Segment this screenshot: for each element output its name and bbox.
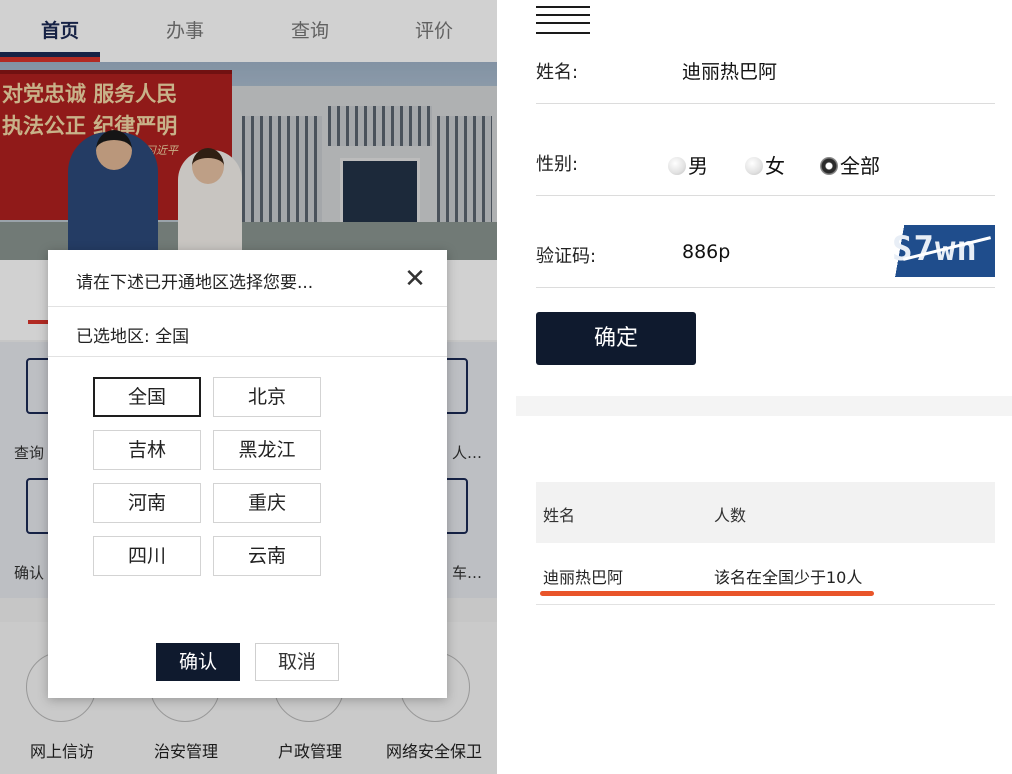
table-cell-count: 该名在全国少于10人 xyxy=(714,568,863,587)
region-option-beijing[interactable]: 北京 xyxy=(213,377,321,417)
radio-icon xyxy=(745,157,763,175)
close-icon[interactable]: ✕ xyxy=(400,264,430,294)
dialog-divider xyxy=(48,356,447,357)
form-divider xyxy=(536,103,995,104)
dialog-confirm-button[interactable]: 确认 xyxy=(156,643,240,681)
left-screen: 首页 办事 查询 评价 对党忠诚 服务人民 执法公正 纪律严明 习近平 查询 人… xyxy=(0,0,497,774)
captcha-image[interactable]: S7wn xyxy=(888,225,995,277)
captcha-input[interactable]: 886p xyxy=(682,241,730,263)
column-header-name: 姓名 xyxy=(543,506,576,525)
gender-radio-female[interactable]: 女 xyxy=(745,150,785,179)
right-screen: 姓名: 迪丽热巴阿 性别: 男 女 全部 验证码: 886p S7wn 确定 姓… xyxy=(516,0,1012,774)
section-gap xyxy=(516,396,1012,416)
region-option-jilin[interactable]: 吉林 xyxy=(93,430,201,470)
form-divider xyxy=(536,287,995,288)
region-option-heilongjiang[interactable]: 黑龙江 xyxy=(213,430,321,470)
region-select-dialog: 请在下述已开通地区选择您要... ✕ 已选地区: 全国 全国 北京 吉林 黑龙江… xyxy=(48,250,447,698)
radio-icon xyxy=(668,157,686,175)
region-option-chongqing[interactable]: 重庆 xyxy=(213,483,321,523)
submit-button[interactable]: 确定 xyxy=(536,312,696,365)
table-header xyxy=(536,482,995,543)
dialog-cancel-button[interactable]: 取消 xyxy=(255,643,339,681)
dialog-title: 请在下述已开通地区选择您要... xyxy=(76,273,314,293)
gender-label: 性别: xyxy=(536,154,579,175)
radio-selected-icon xyxy=(820,157,838,175)
dialog-divider xyxy=(48,306,447,307)
highlight-underline xyxy=(540,591,874,596)
name-label: 姓名: xyxy=(536,62,579,83)
name-input[interactable]: 迪丽热巴阿 xyxy=(682,57,777,84)
form-divider xyxy=(536,195,995,196)
menu-icon[interactable] xyxy=(536,6,590,34)
captcha-label: 验证码: xyxy=(536,246,597,267)
table-cell-name: 迪丽热巴阿 xyxy=(543,568,624,587)
gender-radio-all[interactable]: 全部 xyxy=(820,150,880,179)
region-option-sichuan[interactable]: 四川 xyxy=(93,536,201,576)
region-option-henan[interactable]: 河南 xyxy=(93,483,201,523)
table-row-divider xyxy=(536,604,995,605)
region-option-yunnan[interactable]: 云南 xyxy=(213,536,321,576)
region-option-quanguo[interactable]: 全国 xyxy=(93,377,201,417)
selected-region-label: 已选地区: 全国 xyxy=(76,327,190,347)
column-header-count: 人数 xyxy=(714,506,747,525)
gender-radio-male[interactable]: 男 xyxy=(668,150,708,179)
